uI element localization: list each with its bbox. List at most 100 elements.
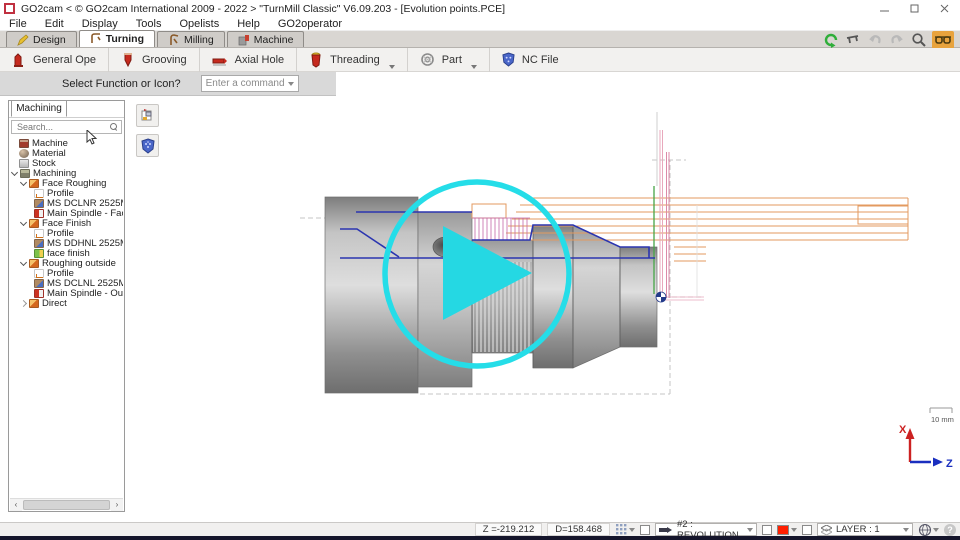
axis-triad: X Z [899,424,953,470]
axis-z-label: Z [946,458,953,470]
mouse-cursor [86,130,98,146]
axis-x-label: X [899,424,907,436]
part-button[interactable]: Part [408,48,490,72]
color-checkbox[interactable] [762,525,772,535]
chevron-down-icon [933,528,939,532]
axial-hole-button[interactable]: Axial Hole [200,48,298,72]
minimize-button[interactable] [870,0,900,17]
expander-icon[interactable] [19,179,28,188]
machine-flag-icon [140,108,155,123]
app-window: GO2cam < © GO2cam International 2009 - 2… [0,0,960,540]
tree-item-stock[interactable]: Stock [10,158,123,168]
tree-item-machine[interactable]: Machine [10,138,123,148]
tree-item-tool[interactable]: MS DDHNL 2525M 15.T00 [10,238,123,248]
scroll-right-icon[interactable]: › [111,499,123,511]
color-picker-button[interactable] [777,525,797,535]
chevron-down-icon [903,528,909,532]
chevron-down-icon [747,528,753,532]
tab-design[interactable]: Design [6,31,77,47]
layer-selector[interactable]: LAYER : 1 [817,523,913,536]
grooving-button[interactable]: Grooving [109,48,200,72]
operation-icon [29,299,39,308]
ribbon-toolbar: General Ope Grooving Axial Hole Threadin… [0,48,960,72]
scroll-left-icon[interactable]: ‹ [10,499,22,511]
expander-icon[interactable] [10,169,19,178]
tree-item-material[interactable]: Material [10,148,123,158]
machine-display-button[interactable] [136,104,159,127]
tree-item-profile[interactable]: Profile [10,228,123,238]
menu-help[interactable]: Help [228,18,269,30]
tab-turning[interactable]: Turning [79,30,155,47]
regenerate-icon[interactable] [822,31,840,49]
tab-milling[interactable]: Milling [157,31,225,47]
undo-icon[interactable] [866,31,884,49]
scale-indicator: 10 mm [930,408,954,424]
view-sphere-button[interactable] [918,523,939,537]
status-bar: Z =-219.212 D=158.468 #2 : REVOLUTION [0,522,960,536]
tree-item-profile[interactable]: Profile [10,268,123,278]
close-button[interactable] [930,0,960,17]
nc-file-button[interactable]: NC File [490,48,571,72]
view-glasses-icon[interactable] [932,31,954,49]
tree-item-machining[interactable]: Machining [10,168,123,178]
spindle-selector[interactable]: #2 : REVOLUTION [655,523,757,536]
chevron-down-icon [288,82,294,86]
command-dropdown[interactable]: Enter a command [201,75,299,92]
grid-snap-button[interactable] [615,523,635,536]
tab-machine[interactable]: Machine [227,31,305,47]
expander-icon[interactable] [19,219,28,228]
tree-item-tool[interactable]: MS DCLNR 2525M 16.T00 [10,198,123,208]
scrollbar-thumb[interactable] [23,500,110,510]
help-icon[interactable]: ? [944,524,956,536]
search-icon [110,123,118,131]
window-title: GO2cam < © GO2cam International 2009 - 2… [21,3,505,15]
spindle-checkbox[interactable] [640,525,650,535]
menu-file[interactable]: File [0,18,36,30]
menu-go2operator[interactable]: GO2operator [269,18,351,30]
menu-display[interactable]: Display [73,18,127,30]
milling-tool-icon [168,34,180,46]
grid-icon [615,523,628,536]
operation-icon [29,259,39,268]
tree-item-face-finish-cycle[interactable]: face finish [10,248,123,258]
tree-item-tool[interactable]: MS DCLNL 2525M 09.T00 [10,278,123,288]
machining-tree: Machine Material Stock Machining Face Ro… [10,138,123,496]
redo-icon[interactable] [888,31,906,49]
machine-icon [238,34,250,46]
chevron-down-icon [791,528,797,532]
horizontal-scrollbar[interactable]: ‹ › [10,498,123,510]
tree-item-face-roughing[interactable]: Face Roughing [10,178,123,188]
tree-item-profile[interactable]: Profile [10,188,123,198]
zoom-icon[interactable] [910,31,928,49]
command-dropdown-value: Enter a command [206,78,285,89]
threading-button[interactable]: Threading [297,48,408,72]
tree-item-face-finish[interactable]: Face Finish [10,218,123,228]
turret-icon [659,526,673,534]
menu-opelists[interactable]: Opelists [170,18,228,30]
menu-edit[interactable]: Edit [36,18,73,30]
tree-search-box[interactable] [11,120,122,134]
menu-tools[interactable]: Tools [127,18,171,30]
tree-item-spindle-outside[interactable]: Main Spindle - Outside [10,288,123,298]
command-prompt-label: Select Function or Icon? [62,78,181,90]
tree-item-roughing-outside[interactable]: Roughing outside [10,258,123,268]
layer-checkbox[interactable] [802,525,812,535]
machining-node-icon [20,169,30,178]
general-ope-button[interactable]: General Ope [0,48,109,72]
viewport[interactable]: 10 mm X Z [162,96,958,522]
tree-item-spindle-face[interactable]: Main Spindle - Face [10,208,123,218]
expander-icon[interactable] [19,299,28,308]
diameter-readout: D=158.468 [547,523,610,536]
machining-panel-tab[interactable]: Machining [11,100,67,117]
measure-caliper-icon[interactable] [844,31,862,49]
current-color-swatch [777,525,789,535]
approach-lines [654,112,704,300]
tree-item-direct[interactable]: Direct [10,298,123,308]
shield-icon [141,138,155,154]
machine-node-icon [19,139,29,148]
expander-icon[interactable] [19,259,28,268]
operation-icon [29,219,39,228]
axial-hole-icon [212,53,228,67]
nc-shield-button[interactable] [136,134,159,157]
maximize-button[interactable] [900,0,930,17]
